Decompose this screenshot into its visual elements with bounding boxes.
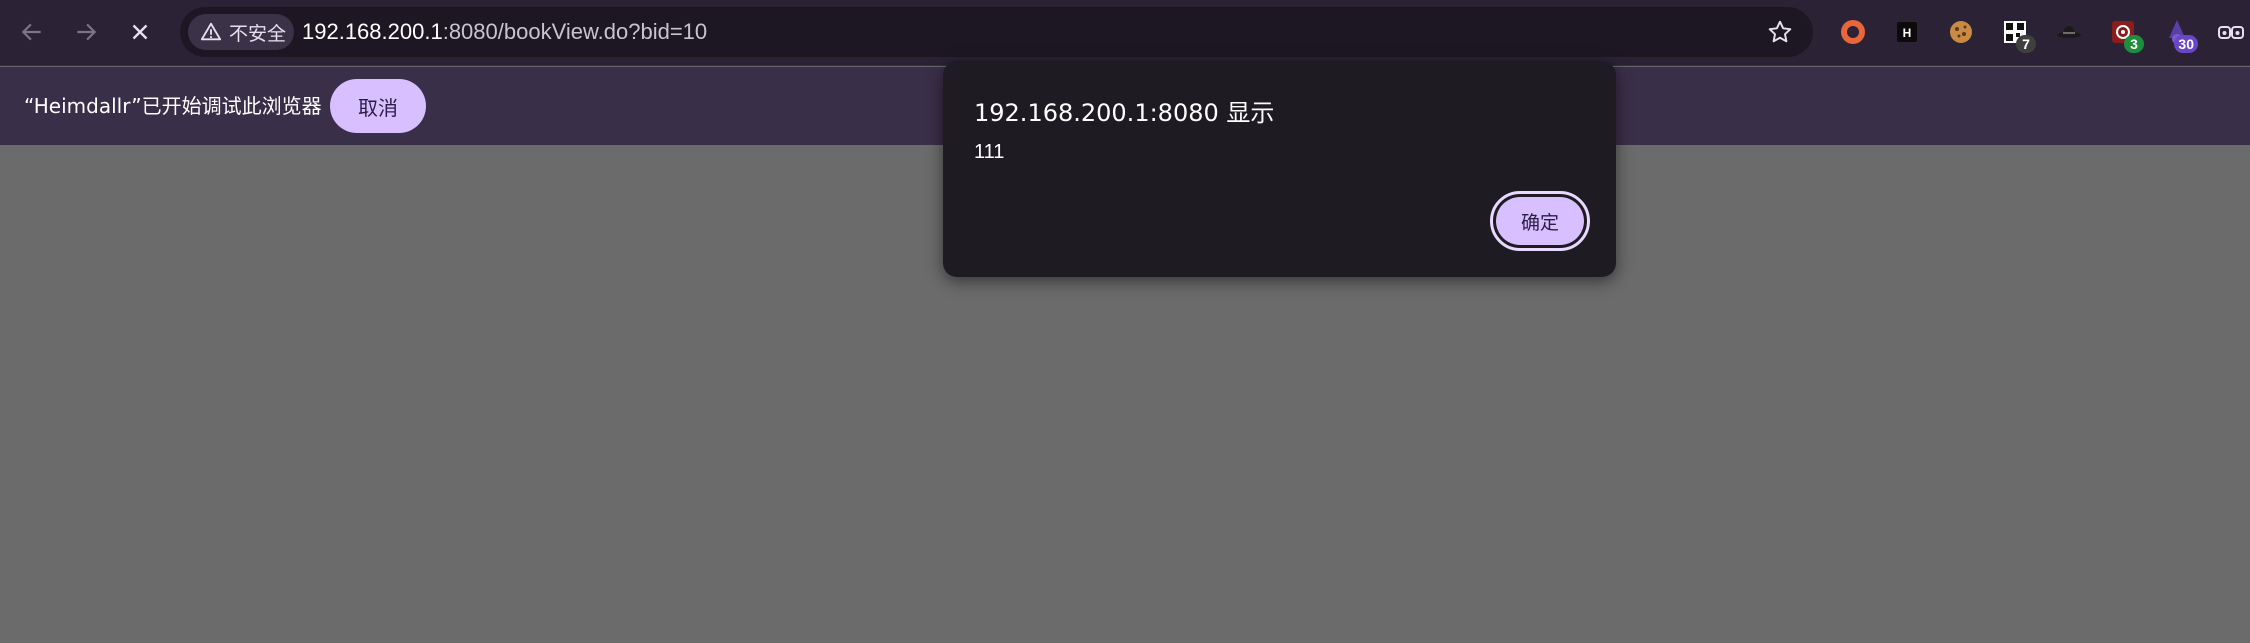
browser-toolbar: 不安全 192.168.200.1:8080/bookView.do?bid=1…	[0, 0, 2250, 66]
dialog-message: 111	[974, 141, 1005, 163]
extension-badge: 30	[2174, 35, 2198, 53]
cancel-button[interactable]: 取消	[330, 79, 426, 133]
stop-loading-button[interactable]	[118, 10, 162, 54]
infobar-message: “Heimdallr”已开始调试此浏览器	[24, 94, 322, 118]
dialog-title: 192.168.200.1:8080 显示	[974, 99, 1275, 127]
wizard-icon[interactable]: 30	[2160, 15, 2198, 53]
address-bar[interactable]: 不安全 192.168.200.1:8080/bookView.do?bid=1…	[180, 7, 1813, 57]
record-icon[interactable]	[1836, 15, 1870, 49]
svg-text:H: H	[1903, 26, 1912, 40]
ok-button-label: 确定	[1496, 197, 1584, 245]
extension-badge: 3	[2124, 35, 2144, 53]
cookie-icon[interactable]	[1944, 15, 1978, 49]
url-path: :8080/bookView.do?bid=10	[442, 19, 708, 44]
warning-icon	[200, 22, 222, 41]
extension-badge: 7	[2016, 35, 2036, 53]
alert-dialog: 192.168.200.1:8080 显示 111 确定	[943, 61, 1616, 277]
heimdallr-icon[interactable]: H	[1890, 15, 1924, 49]
spy-hat-icon[interactable]	[2052, 15, 2086, 49]
security-chip[interactable]: 不安全	[188, 14, 294, 50]
forward-arrow-icon	[77, 23, 97, 41]
qr-extension-icon[interactable]: 7	[1998, 15, 2036, 53]
ok-button[interactable]: 确定	[1490, 191, 1590, 251]
close-icon	[132, 24, 148, 40]
back-arrow-icon	[21, 23, 41, 41]
url-text[interactable]: 192.168.200.1:8080/bookView.do?bid=10	[302, 7, 707, 57]
forward-button[interactable]	[64, 10, 108, 54]
back-button[interactable]	[10, 10, 54, 54]
glasses-icon[interactable]	[2214, 15, 2248, 49]
target-extension-icon[interactable]: 3	[2106, 15, 2144, 53]
security-label: 不安全	[229, 22, 287, 45]
url-host: 192.168.200.1	[302, 19, 443, 44]
bookmark-star-icon[interactable]	[1767, 19, 1793, 45]
